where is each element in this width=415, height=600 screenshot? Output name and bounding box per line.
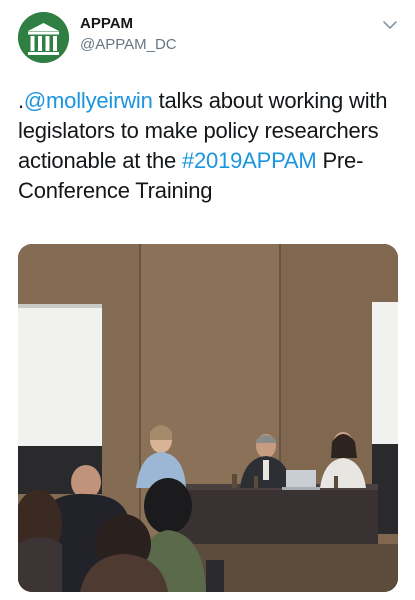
hashtag-link[interactable]: #2019APPAM [182,148,317,173]
chevron-down-icon [383,21,397,29]
tweet-menu-button[interactable] [381,16,399,34]
tweet-text: .@mollyeirwin talks about working with l… [18,86,403,206]
conference-photo [18,244,398,592]
account-handle[interactable]: @APPAM_DC [80,36,177,53]
avatar[interactable] [18,12,69,63]
mention-link[interactable]: @mollyeirwin [24,88,153,113]
account-name[interactable]: APPAM [80,15,133,32]
appam-logo-icon [18,12,69,63]
tweet-photo[interactable] [18,244,398,592]
